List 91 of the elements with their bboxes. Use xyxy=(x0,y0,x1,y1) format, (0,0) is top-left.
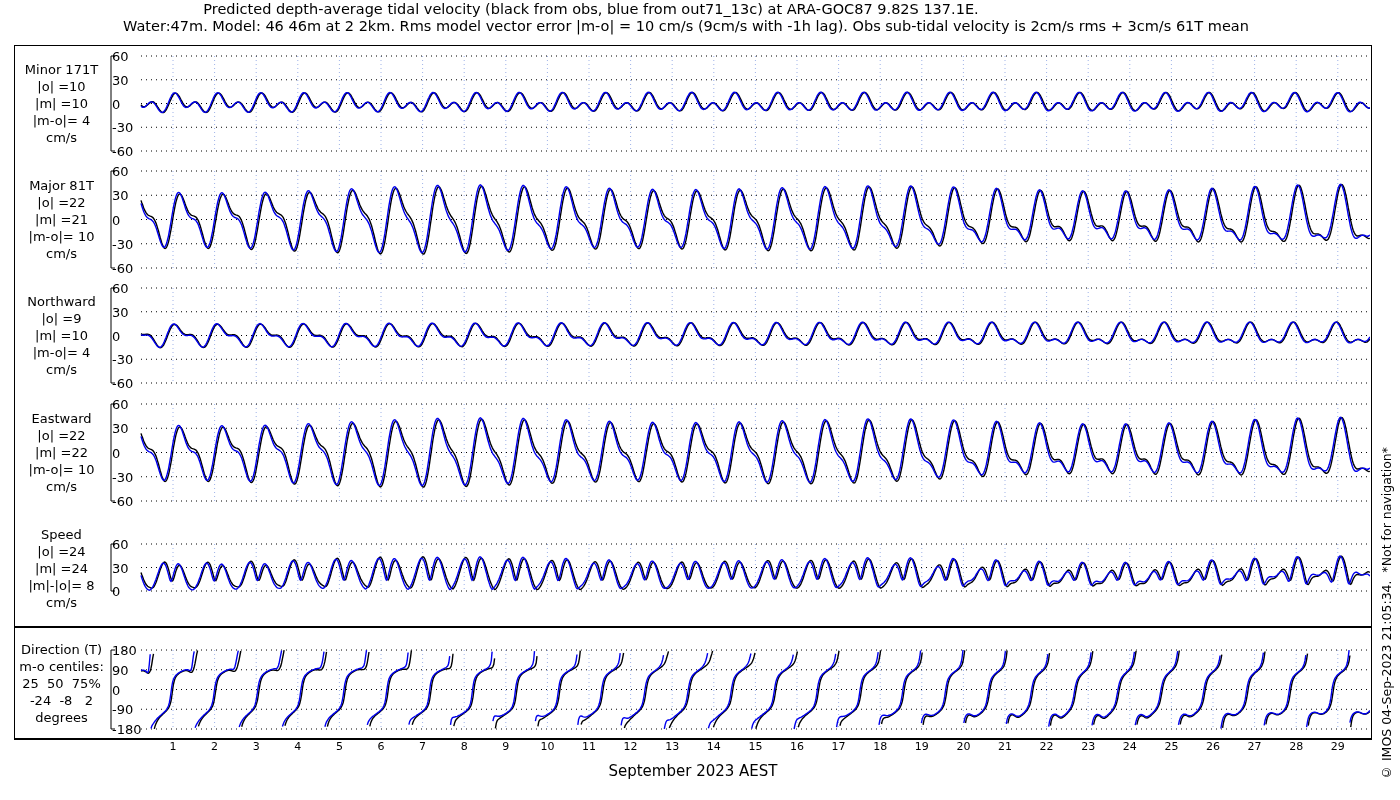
panel-label: |m-o|= 4 xyxy=(32,112,91,129)
panel-label: Northward xyxy=(27,293,96,310)
axis-tick-label: 0 xyxy=(112,96,121,112)
panel-label: -24 -8 2 xyxy=(29,691,94,709)
axis-tick-label: -60 xyxy=(112,261,134,276)
axis-tick-label: 26 xyxy=(1206,740,1220,753)
panel-label: m-o centiles: xyxy=(19,657,104,675)
axis-tick-label: 25 xyxy=(1164,740,1179,753)
axis-tick-label: 1 xyxy=(169,740,177,753)
panel-label: |m| =10 xyxy=(35,95,88,112)
axis-tick-label: 8 xyxy=(460,740,468,753)
axis-tick-label: 7 xyxy=(419,740,427,753)
chart-title: Water:47m. Model: 46 46m at 2 2km. Rms model vector error |m-o| = 10 cm/s (9cm/s with -1h lag). Obs sub-tidal velocity is 2cm/s rms + 3cm/s 61T mean xyxy=(123,18,1249,35)
panel-label: cm/s xyxy=(46,477,77,495)
panel-label: Speed xyxy=(41,526,82,543)
axis-tick-label: 60 xyxy=(112,537,129,552)
axis-tick-label: 30 xyxy=(112,72,129,88)
axis-tick-label: 3 xyxy=(252,740,260,753)
axis-tick-label: 4 xyxy=(294,740,302,753)
axis-tick-label: 60 xyxy=(112,281,129,296)
axis-tick-label: -30 xyxy=(112,120,134,136)
axis-tick-label: 17 xyxy=(831,740,846,753)
panel-label: |m| =10 xyxy=(35,327,88,344)
axis-tick-label: 11 xyxy=(582,740,596,753)
axis-tick-label: 60 xyxy=(112,49,129,64)
axis-tick-label: 24 xyxy=(1122,740,1137,753)
panel-label: |m| =21 xyxy=(35,211,88,228)
panel-label: cm/s xyxy=(46,129,77,146)
axis-tick-label: -60 xyxy=(112,376,134,391)
axis-tick-label: 0 xyxy=(112,445,121,461)
credit-text: © IMOS 04-Sep-2023 21:05:34. *Not for navigation* xyxy=(1378,446,1394,780)
panel-label: |m|-|o|= 8 xyxy=(28,577,95,594)
axis-title: September 2023 AEST xyxy=(607,762,779,780)
panel-label: Direction (T) xyxy=(21,640,102,658)
axis-tick-label: 12 xyxy=(623,740,638,753)
axis-tick-label: 10 xyxy=(540,740,555,753)
panel-label: |o| =9 xyxy=(41,310,82,327)
axis-tick-label: 5 xyxy=(335,740,343,753)
axis-tick-label: -30 xyxy=(112,352,134,368)
axis-tick-label: 9 xyxy=(502,740,510,753)
panel-label: |o| =22 xyxy=(37,426,86,444)
axis-tick-label: 29 xyxy=(1330,740,1345,753)
axis-tick-label: -30 xyxy=(112,236,134,252)
axis-tick-label: 27 xyxy=(1247,740,1262,753)
axis-tick-label: -180 xyxy=(112,722,142,737)
panel-label: |o| =24 xyxy=(37,543,86,560)
axis-tick-label: -90 xyxy=(112,702,134,718)
panel-label: cm/s xyxy=(46,245,77,262)
axis-tick-label: -30 xyxy=(112,469,134,485)
axis-tick-label: 180 xyxy=(112,643,137,658)
chart-title: Predicted depth-average tidal velocity (black from obs, blue from out71_13c) at ARA-GOC87 9.82S 137.1E. xyxy=(203,1,980,18)
axis-tick-label: 6 xyxy=(377,740,385,753)
panel-label: |m-o|= 10 xyxy=(28,228,95,245)
axis-tick-label: 30 xyxy=(112,560,129,576)
axis-tick-label: 14 xyxy=(706,740,721,753)
axis-tick-label: 13 xyxy=(665,740,680,753)
axis-tick-label: 0 xyxy=(112,682,121,698)
axis-tick-label: 23 xyxy=(1081,740,1096,753)
axis-tick-label: -60 xyxy=(112,144,134,159)
axis-tick-label: 16 xyxy=(790,740,804,753)
axis-tick-label: -60 xyxy=(112,494,134,509)
panel-label: |m| =22 xyxy=(35,443,88,461)
panel-label: degrees xyxy=(35,708,88,726)
panel-label: |m-o|= 10 xyxy=(28,460,95,478)
axis-tick-label: 15 xyxy=(748,740,763,753)
panel-label: 25 50 75% xyxy=(22,674,101,692)
panel-label: Minor 171T xyxy=(24,61,99,78)
axis-tick-label: 20 xyxy=(956,740,971,753)
axis-tick-label: 90 xyxy=(112,662,129,678)
axis-tick-label: 21 xyxy=(998,740,1012,753)
axis-tick-label: 30 xyxy=(112,421,129,437)
axis-tick-label: 0 xyxy=(112,212,121,228)
axis-tick-label: 22 xyxy=(1039,740,1054,753)
axis-tick-label: 19 xyxy=(914,740,929,753)
axis-tick-label: 0 xyxy=(112,328,121,344)
axis-tick-label: 30 xyxy=(112,188,129,204)
axis-tick-label: 0 xyxy=(112,584,121,599)
panel-label: |o| =10 xyxy=(37,78,86,95)
axis-tick-label: 2 xyxy=(211,740,219,753)
axis-tick-label: 28 xyxy=(1289,740,1304,753)
axis-tick-label: 60 xyxy=(112,397,129,412)
panel-label: cm/s xyxy=(46,361,77,378)
panel-label: Eastward xyxy=(31,409,92,427)
panel-label: Major 81T xyxy=(29,177,94,194)
panel-label: |m-o|= 4 xyxy=(32,344,91,361)
panel-label: |m| =24 xyxy=(35,560,88,577)
axis-tick-label: 30 xyxy=(112,304,129,320)
axis-tick-label: 60 xyxy=(112,164,129,179)
panel-label: |o| =22 xyxy=(37,194,86,211)
axis-tick-label: 18 xyxy=(873,740,888,753)
panel-label: cm/s xyxy=(46,594,77,611)
